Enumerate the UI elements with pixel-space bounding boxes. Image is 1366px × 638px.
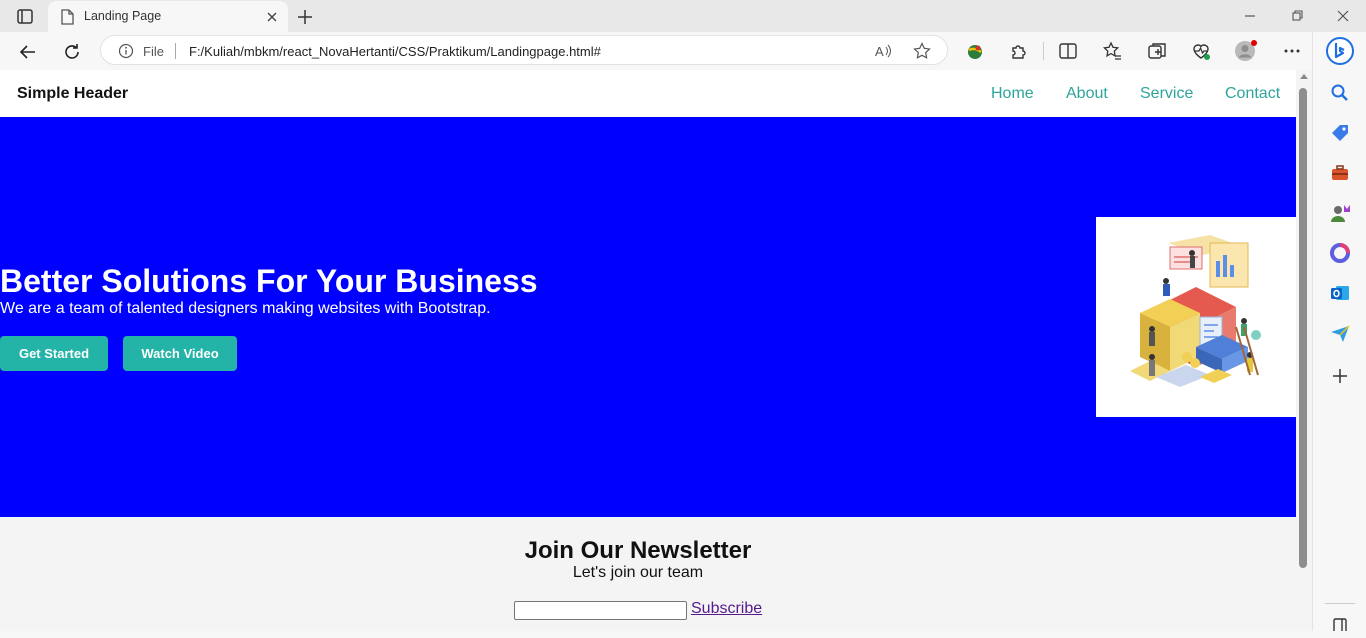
favorite-star-icon[interactable] [913,42,931,60]
copilot-icon[interactable] [1325,36,1355,66]
restore-icon[interactable] [1289,8,1305,24]
scroll-up-arrow-icon[interactable] [1300,74,1308,79]
more-menu-icon[interactable] [1281,40,1303,62]
hero-illustration [1096,217,1296,417]
sidebar-toggle-icon[interactable] [1329,616,1351,638]
shopping-tag-icon[interactable] [1329,122,1351,144]
drop-send-icon[interactable] [1329,322,1351,344]
hero-subtitle: We are a team of talented designers maki… [0,300,491,317]
extensions-puzzle-icon[interactable] [1008,40,1030,62]
url-text[interactable]: F:/Kuliah/mbkm/react_NovaHertanti/CSS/Pr… [189,44,601,59]
browser-tab-active[interactable]: Landing Page [48,1,288,32]
tools-briefcase-icon[interactable] [1329,162,1351,184]
info-icon[interactable] [118,43,134,64]
subscribe-link[interactable]: Subscribe [691,600,762,618]
omnibox-divider [175,43,176,59]
nav-link-service[interactable]: Service [1140,85,1193,103]
browser-tab-strip: Landing Page [0,0,1366,32]
newsletter-title: Join Our Newsletter [524,537,752,564]
scrollbar-thumb[interactable] [1299,88,1307,568]
minimize-icon[interactable] [1242,8,1258,24]
browser-toolbar: File F:/Kuliah/mbkm/react_NovaHertanti/C… [0,32,1312,70]
newsletter-email-input[interactable] [514,601,687,620]
profile-avatar-icon[interactable] [1234,40,1257,62]
page-scrollbar[interactable] [1296,70,1312,631]
newsletter-subtitle: Let's join our team [572,564,704,581]
hero-title: Better Solutions For Your Business [0,263,538,299]
search-icon[interactable] [1329,82,1351,104]
sidebar-divider [1325,603,1355,604]
page-viewport: Simple Header Home About Service Contact… [0,70,1296,631]
close-tab-icon[interactable] [264,9,280,25]
page-favicon-icon [60,9,74,30]
site-brand: Simple Header [17,85,129,102]
get-started-button[interactable]: Get Started [0,336,108,371]
url-scheme-label: File [143,44,164,59]
extension-globe-icon[interactable] [964,40,986,62]
watch-video-button[interactable]: Watch Video [123,336,237,371]
close-window-icon[interactable] [1335,8,1351,24]
new-tab-icon[interactable] [294,6,316,28]
games-icon[interactable] [1329,202,1351,224]
svg-text:A: A [875,44,884,59]
favorites-icon[interactable] [1101,40,1123,62]
nav-link-contact[interactable]: Contact [1225,85,1280,103]
site-header: Simple Header Home About Service Contact [0,70,1296,117]
address-bar[interactable]: File F:/Kuliah/mbkm/react_NovaHertanti/C… [100,35,948,65]
performance-icon[interactable] [1190,40,1212,62]
collections-icon[interactable] [1146,40,1168,62]
refresh-icon[interactable] [60,40,84,64]
read-aloud-icon[interactable]: A [874,42,892,60]
outlook-icon[interactable] [1329,282,1351,304]
office-icon[interactable] [1329,242,1351,264]
add-icon[interactable] [1329,365,1351,387]
nav-link-home[interactable]: Home [991,85,1034,103]
split-screen-icon[interactable] [1057,40,1079,62]
back-icon[interactable] [16,40,40,64]
hero-section: Better Solutions For Your Business We ar… [0,117,1296,517]
browser-sidebar [1312,32,1366,634]
tab-actions-icon[interactable] [8,6,40,28]
tab-title: Landing Page [84,9,162,23]
newsletter-section: Join Our Newsletter Let's join our team … [0,517,1296,631]
toolbar-divider [1043,42,1044,60]
nav-link-about[interactable]: About [1066,85,1108,103]
